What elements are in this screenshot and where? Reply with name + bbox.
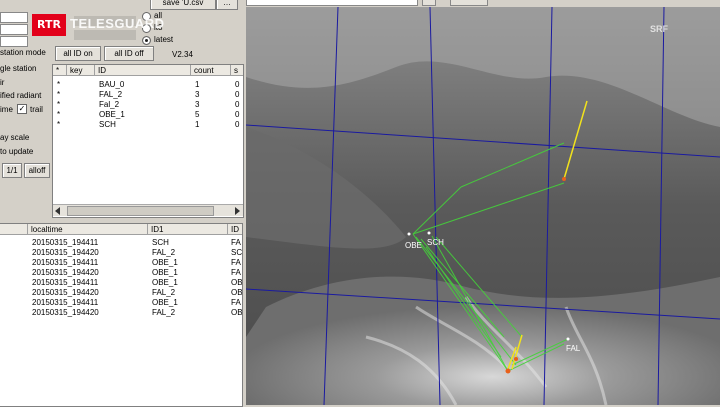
station-obe-label: OBE [405, 241, 422, 250]
air-label: ir [0, 78, 5, 87]
station-fal-label: FAL [566, 344, 581, 353]
cell-id: OB [231, 278, 243, 287]
map-file-field[interactable] [246, 0, 418, 6]
station-fal-marker [566, 337, 570, 341]
table-row[interactable]: 20150315_194420 FAL_2 SC [0, 248, 242, 257]
cell-id1: OBE_1 [152, 278, 178, 287]
cell-time: 20150315_194420 [32, 268, 99, 277]
scroll-right-arrow-icon[interactable] [235, 207, 240, 215]
alloff-button[interactable]: alloff [24, 163, 50, 178]
cell-time: 20150315_194411 [32, 238, 99, 247]
map-toolbar [246, 0, 720, 7]
event-table: localtime ID1 ID 20150315_194411 SCH FA 201… [0, 223, 243, 407]
cell-id: FA [231, 268, 241, 277]
cell-id: FA [231, 298, 241, 307]
scroll-left-arrow-icon[interactable] [55, 207, 60, 215]
cell-id1: OBE_1 [152, 258, 178, 267]
spinner-1[interactable] [0, 12, 28, 23]
spinner-2[interactable] [0, 24, 28, 35]
table-row[interactable]: * BAU_0 1 0 [53, 80, 243, 90]
time-label: ime [0, 105, 13, 114]
station-sch-marker [427, 231, 431, 235]
dropdown-button[interactable]: … [216, 0, 238, 10]
all-id-off-button[interactable]: all ID off [104, 46, 154, 61]
terrain-alps [246, 276, 720, 405]
map-canvas: OBE SCH FAL [246, 7, 720, 405]
col-header-id[interactable]: ID [228, 224, 242, 235]
table-row[interactable]: 20150315_194420 FAL_2 OB [0, 288, 242, 297]
version-label: V2.34 [172, 50, 193, 59]
grayscale-label: ay scale [0, 133, 30, 142]
srf-watermark: SRF [650, 24, 668, 34]
rtr-logo: RTR [32, 14, 66, 36]
table-row[interactable]: 20150315_194420 OBE_1 FA [0, 268, 242, 277]
station-obe-marker [407, 232, 411, 236]
cell-id1: FAL_2 [152, 248, 176, 257]
spinner-3[interactable] [0, 36, 28, 47]
map-dropdown[interactable] [450, 0, 488, 6]
col-header-localtime[interactable]: localtime [28, 224, 148, 235]
cell-id1: FAL_2 [152, 288, 176, 297]
cell-time: 20150315_194411 [32, 258, 99, 267]
col-header-count[interactable]: count [191, 65, 231, 76]
col-header-key[interactable]: key [67, 65, 95, 76]
col-header-blank [0, 224, 28, 235]
trail-checkbox[interactable]: ✓ [17, 104, 27, 114]
table-row[interactable]: 20150315_194411 OBE_1 FA [0, 298, 242, 307]
cell-id1: OBE_1 [152, 268, 178, 277]
col-header-mark[interactable]: * [53, 65, 67, 76]
control-panel: save 'U.csv … all lt3 latest station mod… [0, 0, 244, 407]
ratio-button[interactable]: 1/1 [2, 163, 22, 178]
horizontal-scrollbar[interactable] [53, 204, 243, 216]
trail-label: trail [30, 105, 43, 114]
all-id-on-button[interactable]: all ID on [55, 46, 101, 61]
save-csv-button[interactable]: save 'U.csv [150, 0, 216, 10]
cell-id: OB [231, 288, 243, 297]
table-row[interactable]: * SCH 1 0 [53, 120, 243, 130]
station-mode-label: station mode [0, 48, 46, 57]
cell-time: 20150315_194420 [32, 288, 99, 297]
cell-id1: SCH [152, 238, 169, 247]
station-table: * key ID count s * BAU_0 1 0 * FAL_2 3 0… [52, 64, 244, 218]
col-header-s[interactable]: s [231, 65, 243, 76]
cell-time: 20150315_194420 [32, 248, 99, 257]
cell-id1: FAL_2 [152, 308, 176, 317]
radiant-label: ified radiant [0, 91, 42, 100]
scroll-thumb[interactable] [67, 206, 214, 216]
radio-latest[interactable] [142, 36, 151, 45]
table-row[interactable]: * FAL_2 3 0 [53, 90, 243, 100]
map-browse-button[interactable] [422, 0, 436, 6]
map-view[interactable]: OBE SCH FAL [246, 7, 720, 405]
gray-swatch-2 [74, 30, 136, 40]
telesguard-watermark: TELESGUARD [70, 16, 165, 31]
cell-time: 20150315_194420 [32, 308, 99, 317]
cell-time: 20150315_194411 [32, 278, 99, 287]
col-header-id[interactable]: ID [95, 65, 191, 76]
cell-id1: OBE_1 [152, 298, 178, 307]
radio-latest-label: latest [154, 35, 174, 44]
cell-id: FA [231, 238, 241, 247]
cell-id: OB [231, 308, 243, 317]
table-row[interactable]: 20150315_194411 SCH FA [0, 238, 242, 247]
cell-time: 20150315_194411 [32, 298, 99, 307]
table-row[interactable]: 20150315_194411 OBE_1 FA [0, 258, 242, 267]
table-row[interactable]: * Fal_2 3 0 [53, 100, 243, 110]
table-row[interactable]: 20150315_194420 FAL_2 OB [0, 308, 242, 317]
cell-id: FA [231, 258, 241, 267]
col-header-id1[interactable]: ID1 [148, 224, 228, 235]
autoupdate-label: to update [0, 147, 34, 156]
cell-id: SC [231, 248, 243, 257]
table-row[interactable]: * OBE_1 5 0 [53, 110, 243, 120]
station-sch-label: SCH [427, 238, 444, 247]
table-row[interactable]: 20150315_194411 OBE_1 OB [0, 278, 242, 287]
single-station-label: gle station [0, 64, 37, 73]
